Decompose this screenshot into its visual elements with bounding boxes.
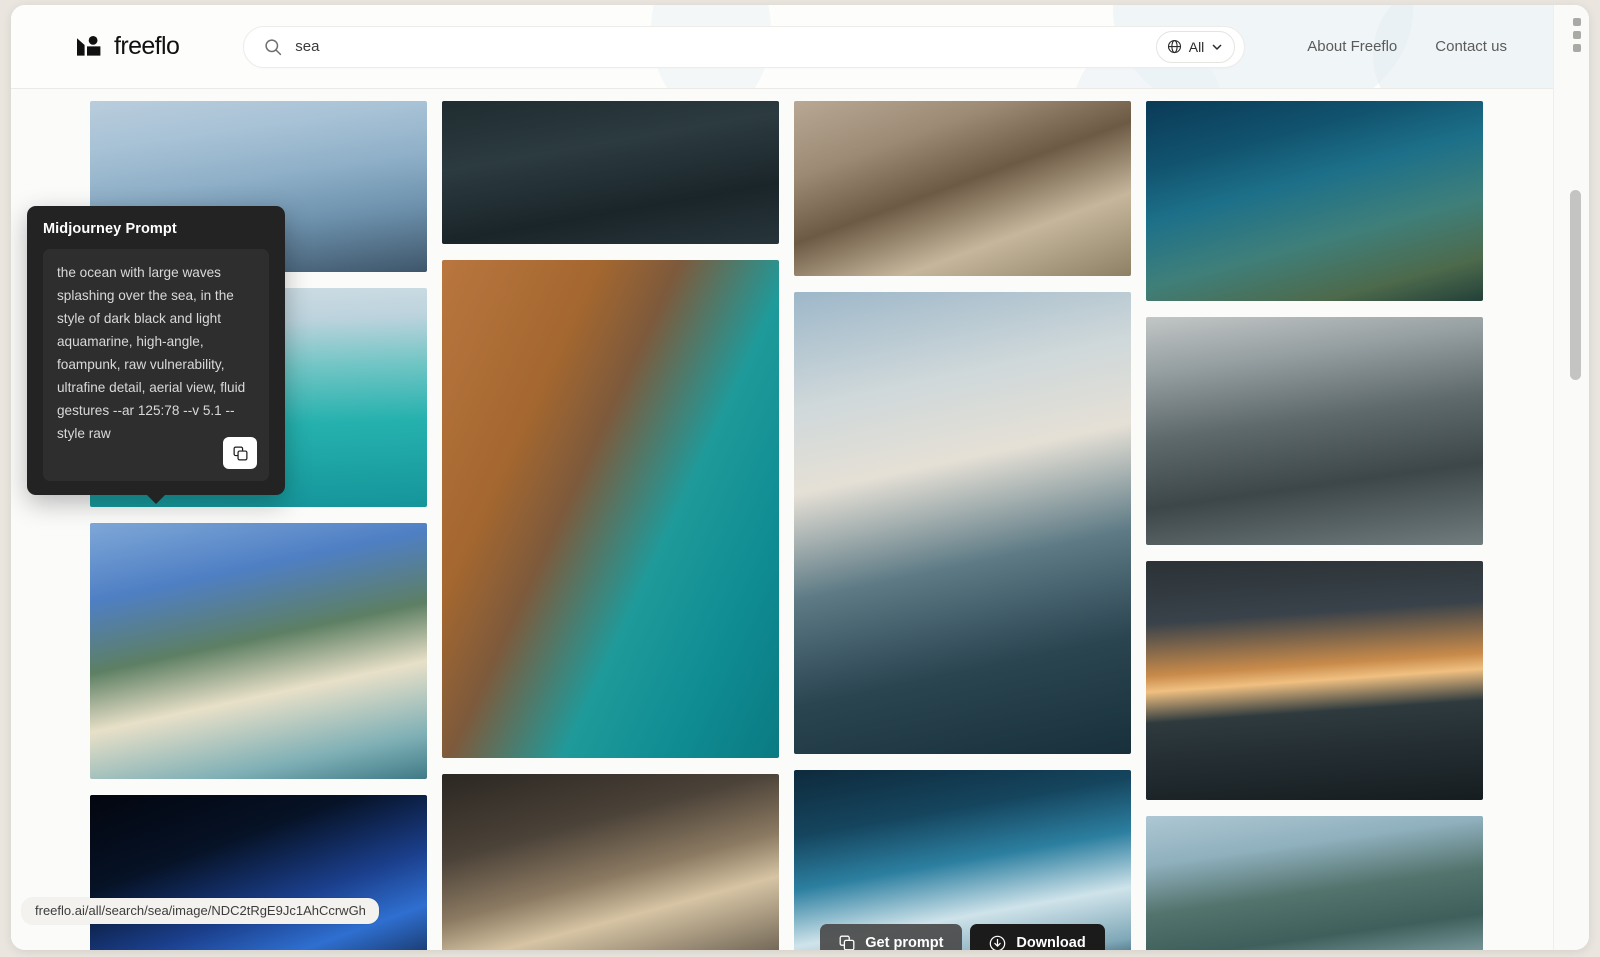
prompt-tooltip-title: Midjourney Prompt: [43, 221, 269, 237]
site-logo[interactable]: freeflo: [77, 32, 179, 61]
gallery-column: Get prompt Download: [794, 101, 1131, 950]
browser-window: freeflo All: [11, 5, 1589, 950]
gallery-card-sea-turtle-coral-reef[interactable]: [1146, 101, 1483, 301]
gallery-card-glowing-jellyfish[interactable]: [90, 795, 427, 950]
logo-text: freeflo: [114, 32, 179, 61]
download-circle-icon: [989, 935, 1006, 951]
gallery-image: [794, 770, 1131, 950]
gallery-card-person-in-beanie-by-sea[interactable]: [794, 292, 1131, 754]
search-icon: [264, 38, 282, 56]
gallery-card-dramatic-sunset-over-sea[interactable]: [1146, 561, 1483, 800]
gallery-card-dark-choppy-water[interactable]: [442, 101, 779, 244]
chevron-down-icon: [1211, 41, 1223, 53]
gallery-image: [442, 101, 779, 244]
download-label: Download: [1016, 935, 1085, 950]
gallery-image: [90, 795, 427, 950]
get-prompt-label: Get prompt: [865, 935, 943, 950]
gallery-card-rocky-cliff-turquoise-water[interactable]: [442, 260, 779, 758]
gallery-card-harbor-wooden-boats[interactable]: [794, 101, 1131, 276]
globe-icon: [1167, 39, 1182, 54]
content-filter-dropdown[interactable]: All: [1156, 31, 1236, 63]
header-nav: About Freeflo Contact us: [1307, 38, 1507, 55]
download-button[interactable]: Download: [970, 924, 1104, 950]
gallery-image: [1146, 101, 1483, 301]
gallery-card-aerial-coastline-beach[interactable]: [90, 523, 427, 779]
desktop-background: freeflo All: [0, 0, 1600, 957]
prompt-tooltip-body: the ocean with large waves splashing ove…: [43, 249, 269, 481]
site-header: freeflo All: [11, 5, 1553, 89]
gallery-image: [1146, 317, 1483, 545]
content-filter-label: All: [1189, 39, 1205, 55]
gallery-card-grey-stormy-sea[interactable]: [1146, 317, 1483, 545]
freeflo-mark-icon: [77, 36, 105, 58]
gallery-image: [442, 260, 779, 758]
page-viewport: freeflo All: [11, 5, 1553, 950]
scrollbar-markers-icon[interactable]: [1573, 18, 1581, 52]
image-gallery-masonry: Get prompt Download: [11, 89, 1553, 950]
copy-icon: [839, 935, 855, 950]
gallery-card-crashing-blue-wave[interactable]: Get prompt Download: [794, 770, 1131, 950]
gallery-column: [1146, 101, 1483, 950]
gallery-image: [90, 523, 427, 779]
gallery-card-fjord-lake-with-boats[interactable]: [1146, 816, 1483, 950]
gallery-image: [794, 101, 1131, 276]
gallery-image: [794, 292, 1131, 754]
nav-link-about-freeflo[interactable]: About Freeflo: [1307, 38, 1397, 55]
prompt-text: the ocean with large waves splashing ove…: [57, 261, 255, 445]
gallery-column: [442, 101, 779, 950]
status-bar-url: freeflo.ai/all/search/sea/image/NDC2tRgE…: [22, 898, 379, 924]
scrollbar-thumb[interactable]: [1570, 190, 1581, 380]
gallery-card-sunlit-dark-waves[interactable]: [442, 774, 779, 950]
copy-icon: [233, 446, 248, 461]
nav-link-contact-us[interactable]: Contact us: [1435, 38, 1507, 55]
card-action-bar: Get prompt Download: [794, 924, 1131, 950]
scrollbar-track[interactable]: [1553, 5, 1589, 950]
get-prompt-button[interactable]: Get prompt: [820, 924, 962, 950]
gallery-image: [1146, 816, 1483, 950]
search-bar[interactable]: All: [243, 26, 1245, 68]
gallery-image: [1146, 561, 1483, 800]
gallery-image: [442, 774, 779, 950]
copy-prompt-button[interactable]: [223, 437, 257, 469]
midjourney-prompt-tooltip: Midjourney Prompt the ocean with large w…: [27, 206, 285, 495]
search-input[interactable]: [295, 27, 1155, 67]
